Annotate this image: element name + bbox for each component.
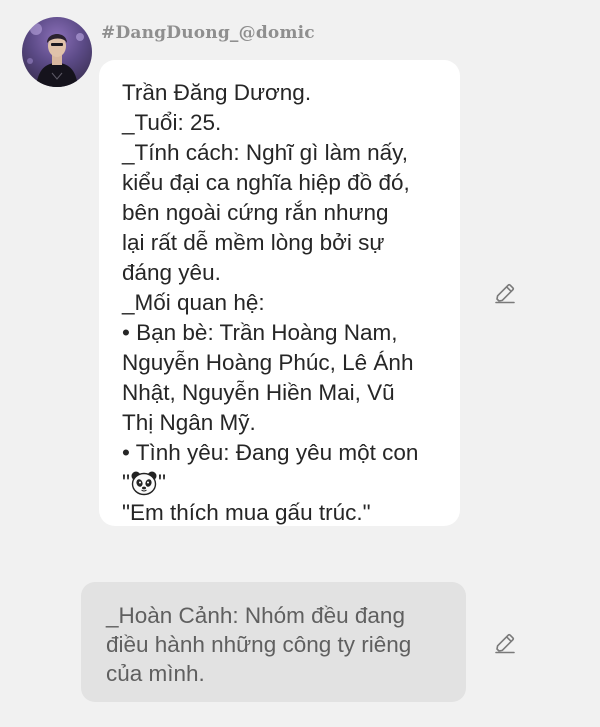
message-line: • Bạn bè: Trần Hoàng Nam, [122,320,398,345]
message-line: kiểu đại ca nghĩa hiệp đồ đó, [122,170,410,195]
message-line: "Em thích mua gấu trúc." [122,500,371,525]
quote-close: " [158,470,166,495]
avatar-image [27,23,84,87]
message-line: Nguyễn Hoàng Phúc, Lê Ánh [122,350,414,375]
message-line: • Tình yêu: Đang yêu một con [122,440,419,465]
character-message-bubble: Trần Đăng Dương. _Tuổi: 25. _Tính cách: … [99,60,460,526]
message-line: bên ngoài cứng rắn nhưng [122,200,389,225]
message-line: Trần Đăng Dương. [122,80,312,105]
message-line: _Tuổi: 25. [122,110,222,135]
quote-open: " [122,470,130,495]
username[interactable]: #DangDuong_@domic [101,23,315,43]
message-line: _Mối quan hệ: [122,290,265,315]
message-line: Nhật, Nguyễn Hiền Mai, Vũ [122,380,395,405]
user-message-bubble: _Hoàn Cảnh: Nhóm đều đang điều hành nhữn… [81,582,466,702]
avatar[interactable] [22,17,92,87]
pencil-edit-icon[interactable] [493,281,517,305]
panda-icon [131,471,157,496]
message-line: lại rất dễ mềm lòng bởi sự [122,230,385,255]
user-message-text: _Hoàn Cảnh: Nhóm đều đang điều hành nhữn… [106,601,456,688]
message-line: Thị Ngân Mỹ. [122,410,256,435]
message-line: đáng yêu. [122,260,221,285]
pencil-edit-icon[interactable] [493,631,517,655]
message-line: _Tính cách: Nghĩ gì làm nấy, [122,140,408,165]
message-line: điều hành những công ty riêng [106,632,412,657]
panda-line: " " [122,468,452,498]
message-line: của mình. [106,661,205,686]
message-line: _Hoàn Cảnh: Nhóm đều đang [106,603,405,628]
character-message-text: Trần Đăng Dương. _Tuổi: 25. _Tính cách: … [122,78,452,528]
